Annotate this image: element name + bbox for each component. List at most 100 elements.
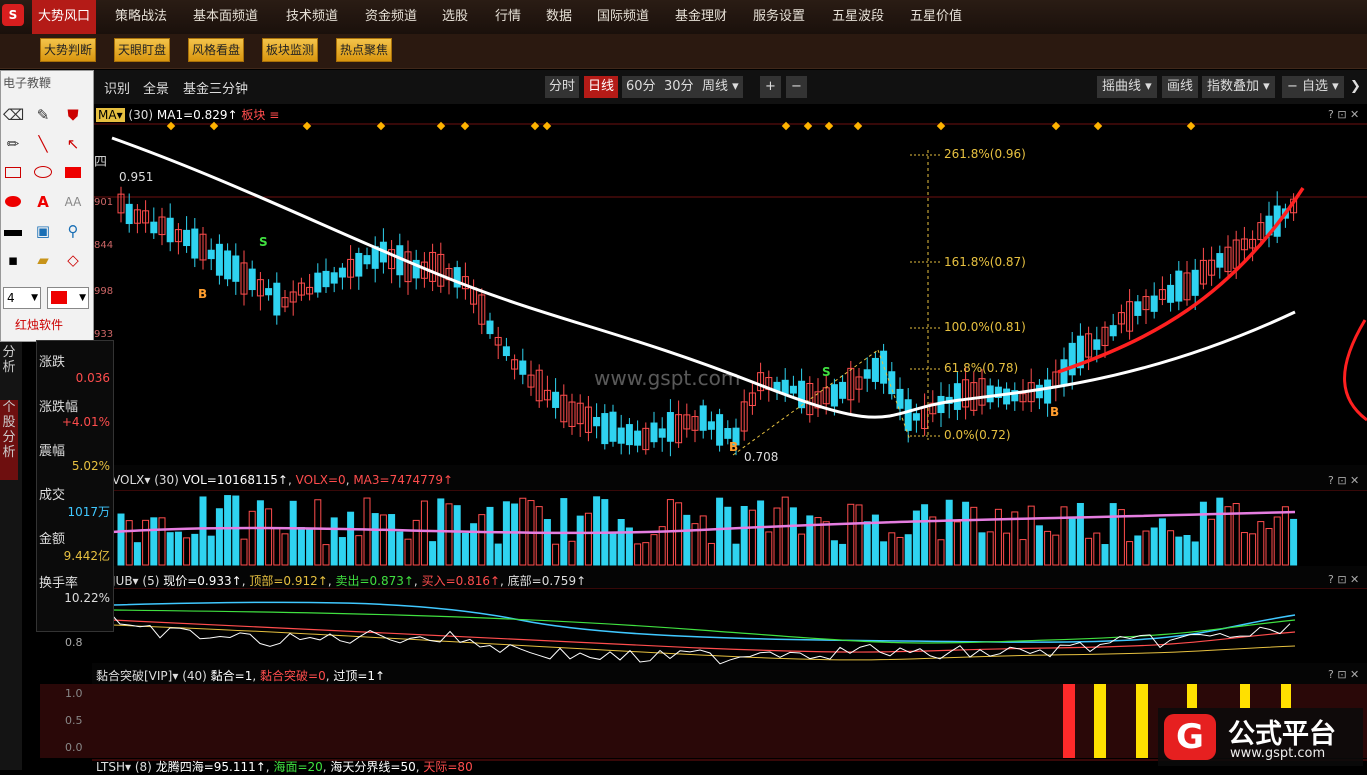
font-size-icon[interactable]: AA (63, 192, 83, 212)
volume-bar-117 (1076, 502, 1084, 566)
candle-body-116 (1068, 342, 1076, 376)
volume-bar-2 (133, 542, 141, 566)
ltsh-period: (8) (134, 760, 152, 774)
zoom-icon[interactable]: ⚲ (63, 221, 83, 241)
nian-indicator-selector[interactable]: 黏合突破[VIP]▾ (96, 669, 178, 683)
volume-bar-58 (593, 496, 601, 566)
pen-icon[interactable]: ✎ (33, 105, 53, 125)
jub-bottom: 底部=0.759↑ (507, 574, 587, 588)
main-panel-controls[interactable]: ? ⊡ ✕ (1328, 108, 1359, 121)
info-label-zhangdie: 涨跌 (39, 355, 66, 370)
volume-bar-100 (937, 539, 945, 566)
volume-bar-42 (461, 533, 469, 566)
text-icon[interactable]: A (33, 192, 53, 212)
candle-body-74 (724, 428, 732, 439)
blackboard-icon[interactable] (3, 221, 23, 241)
jub-header: JUB▾ (5) 现价=0.933↑, 顶部=0.912↑, 卖出=0.873↑… (112, 574, 587, 588)
volume-bar-40 (445, 503, 453, 566)
info-value-huanshou: 10.22% (64, 591, 110, 605)
line-width-select[interactable]: 4 ▼ (3, 287, 41, 309)
candle-body-87 (830, 384, 838, 407)
signal-sell: S (259, 235, 268, 249)
volume-bar-96 (904, 534, 912, 566)
save-icon[interactable]: ▪ (3, 250, 23, 270)
candle-body-1 (125, 203, 133, 225)
volume-bar-28 (347, 511, 355, 566)
candle-body-97 (912, 413, 920, 421)
price-low-label: 0.708 (744, 450, 779, 464)
volume-bar-29 (355, 535, 363, 566)
volume-bar-3 (142, 519, 150, 566)
ltsh-indicator-selector[interactable]: LTSH▾ (96, 760, 131, 774)
watermark-text: www.gspt.com (594, 366, 741, 390)
volume-header: VOLX▾ (30) VOL=10168115↑, VOLX=0, MA3=74… (112, 473, 454, 487)
volume-bar-51 (535, 506, 543, 566)
indicator-selector[interactable]: MA▾ (96, 108, 125, 122)
nian-bar-right-2 (1281, 684, 1291, 708)
volume-bar-17 (256, 500, 264, 566)
candle-body-67 (666, 412, 674, 442)
volume-period: (30) (154, 473, 179, 487)
candle-body-49 (519, 360, 527, 375)
screen-icon[interactable]: ▣ (33, 221, 53, 241)
volume-bar-138 (1249, 533, 1257, 566)
filled-rectangle-icon[interactable] (63, 163, 83, 183)
volume-bar-15 (240, 538, 248, 566)
volume-bar-36 (412, 519, 420, 566)
candle-body-25 (322, 270, 330, 288)
volume-bar-23 (306, 527, 314, 566)
candle-body-102 (953, 383, 961, 410)
volume-bar-110 (1019, 539, 1027, 566)
eraser-icon[interactable]: ⌫ (3, 105, 24, 125)
pencil-icon[interactable]: ✏ (3, 134, 23, 154)
volume-bar-46 (494, 543, 502, 566)
volume-indicator-selector[interactable]: VOLX▾ (112, 473, 150, 487)
rectangle-icon[interactable] (3, 163, 23, 183)
volume-bar-84 (806, 515, 814, 566)
ma1-value: MA1=0.829↑ (156, 108, 238, 122)
nian-axis-1: 1.0 (65, 687, 83, 700)
candle-body-60 (609, 411, 617, 442)
volume-bar-142 (1281, 506, 1289, 566)
ma3-value: MA3=7474779↑ (353, 473, 454, 487)
block-label[interactable]: 板块 ≡ (241, 108, 279, 122)
candle-body-71 (699, 405, 707, 431)
ltsh-header: LTSH▾ (8) 龙腾四海=95.111↑, 海面=20, 海天分界线=50,… (96, 760, 473, 774)
signal-buy: B (198, 287, 208, 301)
top-marker-diamond-11 (853, 121, 863, 131)
volume-bar-16 (248, 510, 256, 566)
folder-icon[interactable]: ▰ (33, 250, 53, 270)
jub-indicator-selector[interactable]: JUB▾ (112, 574, 139, 588)
volume-bar-115 (1060, 506, 1068, 566)
candle-body-58 (593, 416, 601, 427)
volume-bar-25 (322, 544, 330, 566)
volume-bar-60 (609, 533, 617, 566)
volume-bar-9 (191, 533, 199, 566)
candle-body-121 (1109, 325, 1117, 337)
ellipse-icon[interactable] (33, 163, 53, 183)
candle-body-11 (207, 249, 215, 260)
filled-ellipse-icon[interactable] (3, 192, 23, 212)
line-icon[interactable]: ╲ (33, 134, 53, 154)
volume-bar-57 (584, 512, 592, 566)
candle-body-106 (986, 385, 994, 403)
volume-bar-11 (207, 535, 215, 566)
volume-bar-131 (1191, 541, 1199, 566)
volume-bar-102 (953, 521, 961, 566)
volume-panel-controls[interactable]: ? ⊡ ✕ (1328, 474, 1359, 487)
color-select[interactable]: ▼ (47, 287, 89, 309)
top-marker-diamond-15 (1186, 121, 1196, 131)
volume-bar-88 (839, 543, 847, 566)
volume-bar-63 (634, 543, 642, 566)
jub-panel-controls[interactable]: ? ⊡ ✕ (1328, 573, 1359, 586)
candle-body-12 (215, 243, 223, 276)
top-marker-diamond-14 (1093, 121, 1103, 131)
diamond-icon[interactable]: ◇ (63, 250, 83, 270)
volume-bar-78 (757, 500, 765, 566)
top-marker-diamond-6 (530, 121, 540, 131)
top-marker-diamond-0 (166, 121, 176, 131)
volume-bar-126 (1150, 527, 1158, 566)
arrow-icon[interactable]: ↖ (63, 134, 83, 154)
nian-panel-controls[interactable]: ? ⊡ ✕ (1328, 668, 1359, 681)
bucket-icon[interactable]: ⛊ (63, 105, 83, 125)
